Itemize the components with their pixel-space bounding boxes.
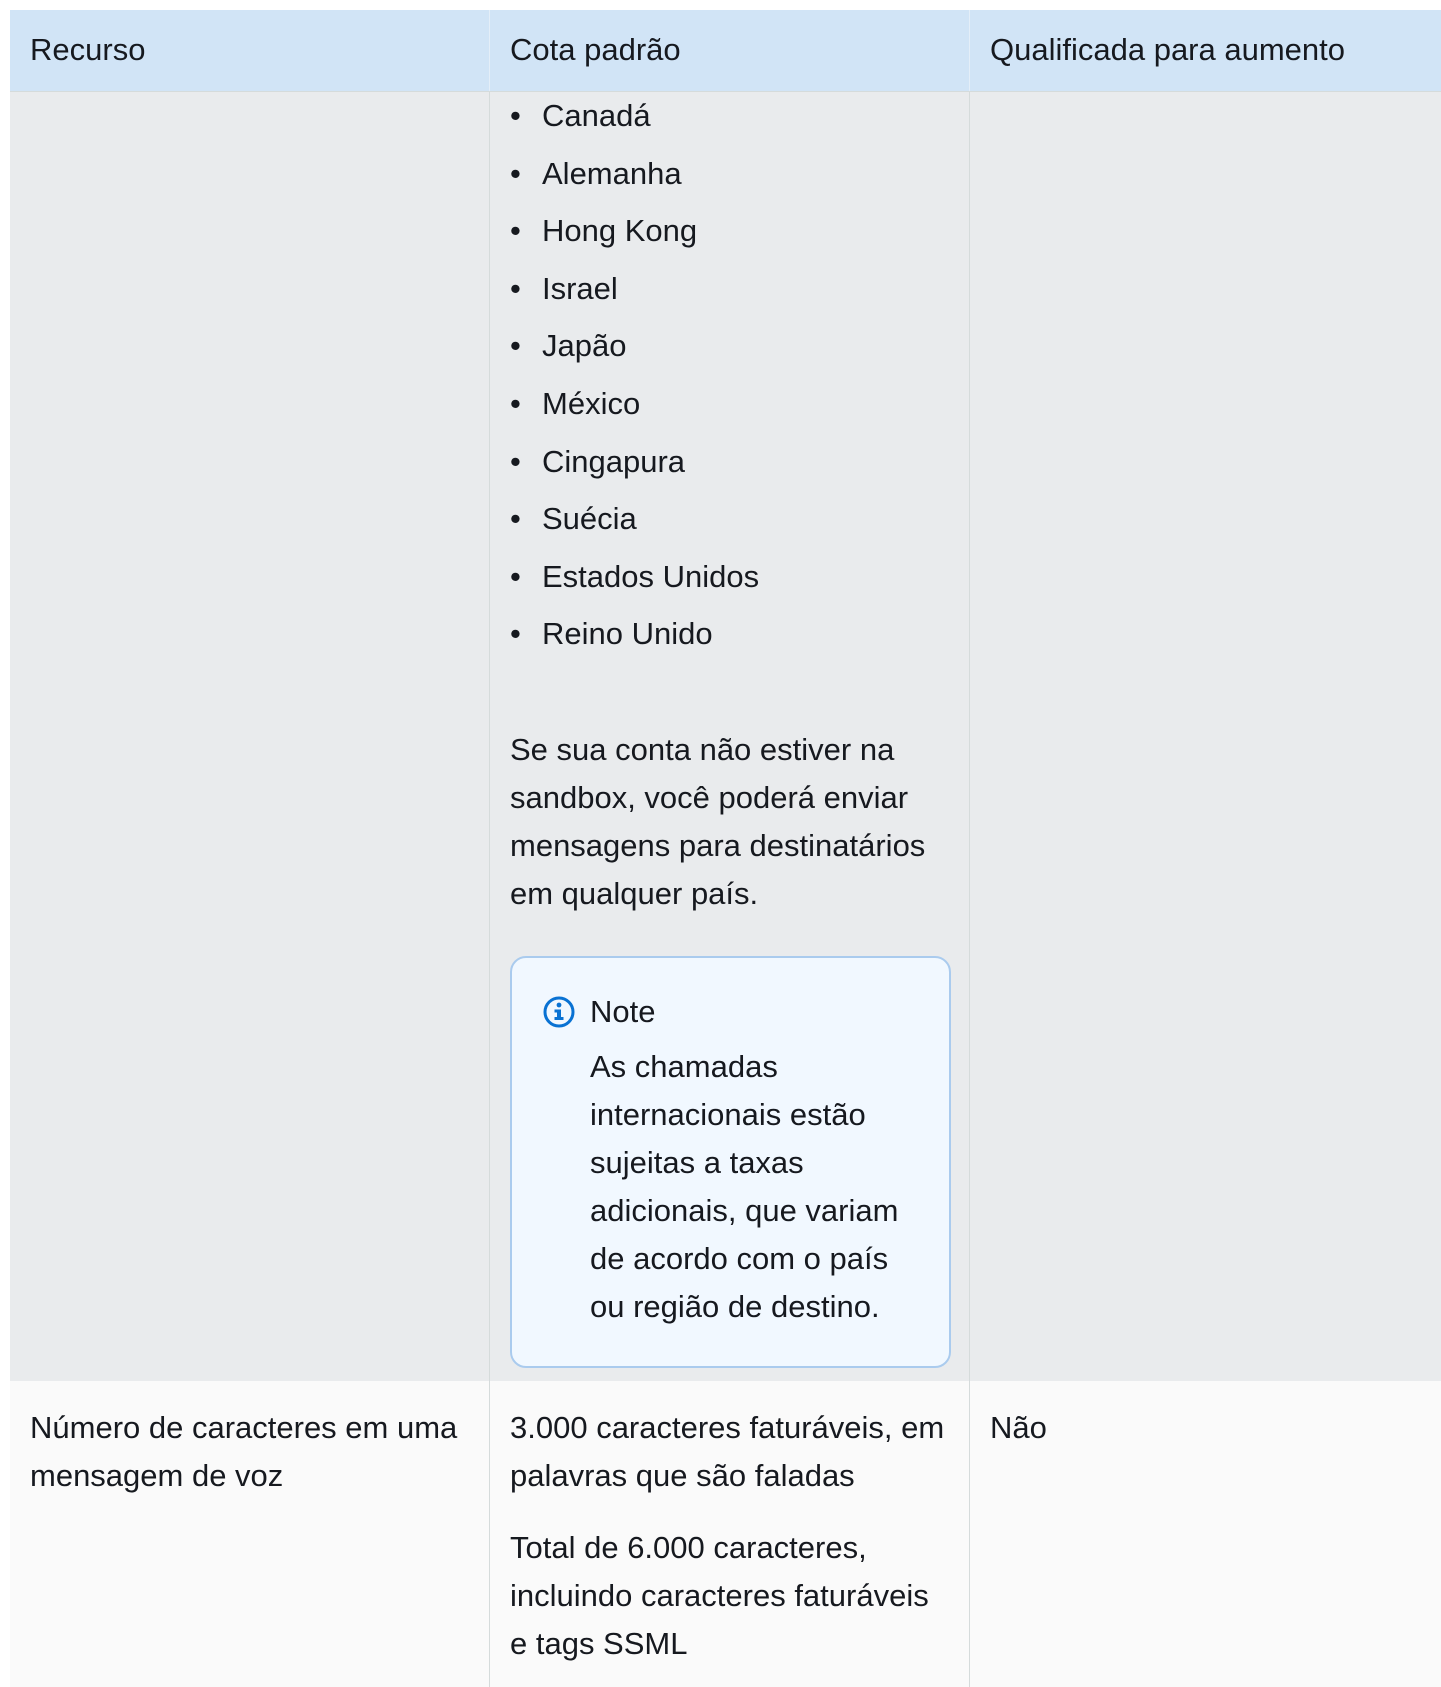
table-row: • Canadá • Alemanha • Hong Kong • Israel • Ja… — [10, 91, 1441, 1381]
default-quota-cell: • Canadá • Alemanha • Hong Kong • Israel • Ja… — [489, 92, 969, 1381]
country-name: Reino Unido — [542, 616, 713, 652]
list-item: • Japão — [510, 322, 949, 380]
column-header-resource: Recurso — [30, 32, 146, 67]
list-item: • Estados Unidos — [510, 553, 949, 611]
bullet: • — [510, 501, 521, 537]
country-name: Suécia — [542, 501, 637, 537]
bullet: • — [510, 616, 521, 652]
list-item: • México — [510, 380, 949, 438]
country-name: Japão — [542, 328, 627, 364]
column-header-eligible-for-increase: Qualificada para aumento — [969, 10, 1441, 91]
list-item: • Hong Kong — [510, 207, 949, 265]
note-title: Note — [590, 993, 656, 1029]
list-item: • Israel — [510, 265, 949, 323]
bullet: • — [510, 270, 521, 306]
list-item: • Alemanha — [510, 150, 949, 208]
note-text: As chamadas internacionais estão sujeita… — [590, 1048, 899, 1324]
quota-table: Recurso Cota padrão Qualificada para aum… — [10, 10, 1441, 1687]
list-item: • Cingapura — [510, 438, 949, 496]
country-name: Israel — [542, 270, 618, 306]
country-name: Hong Kong — [542, 213, 698, 249]
eligible-cell — [969, 92, 1441, 1381]
eligible-cell: Não — [969, 1381, 1441, 1687]
quota-text-total: Total de 6.000 caracteres, incluindo car… — [510, 1530, 929, 1661]
country-name: Estados Unidos — [542, 558, 760, 594]
info-icon — [542, 995, 576, 1029]
note-box: Note As chamadas internacionais estão su… — [510, 955, 951, 1368]
column-header-default-quota: Cota padrão — [489, 10, 969, 91]
list-item: • Canadá — [510, 92, 949, 150]
country-list: • Canadá • Alemanha • Hong Kong • Israel • Ja… — [510, 92, 949, 668]
bullet: • — [510, 385, 521, 421]
sandbox-paragraph: Se sua conta não estiver na sandbox, voc… — [510, 731, 926, 911]
list-item: • Reino Unido — [510, 610, 949, 668]
country-name: Canadá — [542, 98, 651, 133]
resource-cell — [10, 92, 489, 1381]
bullet: • — [510, 155, 521, 191]
country-name: México — [542, 385, 641, 421]
table-row: Número de caracteres em uma mensagem de … — [10, 1381, 1441, 1687]
bullet: • — [510, 328, 521, 364]
bullet: • — [510, 98, 521, 133]
default-quota-cell: 3.000 caracteres faturáveis, em palavras… — [489, 1381, 969, 1687]
country-name: Cingapura — [542, 443, 686, 479]
resource-cell: Número de caracteres em uma mensagem de … — [30, 1410, 458, 1493]
note-header: Note — [542, 988, 919, 1036]
country-name: Alemanha — [542, 155, 682, 191]
table-header-row: Recurso Cota padrão Qualificada para aum… — [10, 10, 1441, 91]
bullet: • — [510, 558, 521, 594]
quota-text-billable: 3.000 caracteres faturáveis, em palavras… — [510, 1410, 945, 1493]
bullet: • — [510, 443, 521, 479]
bullet: • — [510, 213, 521, 249]
list-item: • Suécia — [510, 495, 949, 553]
